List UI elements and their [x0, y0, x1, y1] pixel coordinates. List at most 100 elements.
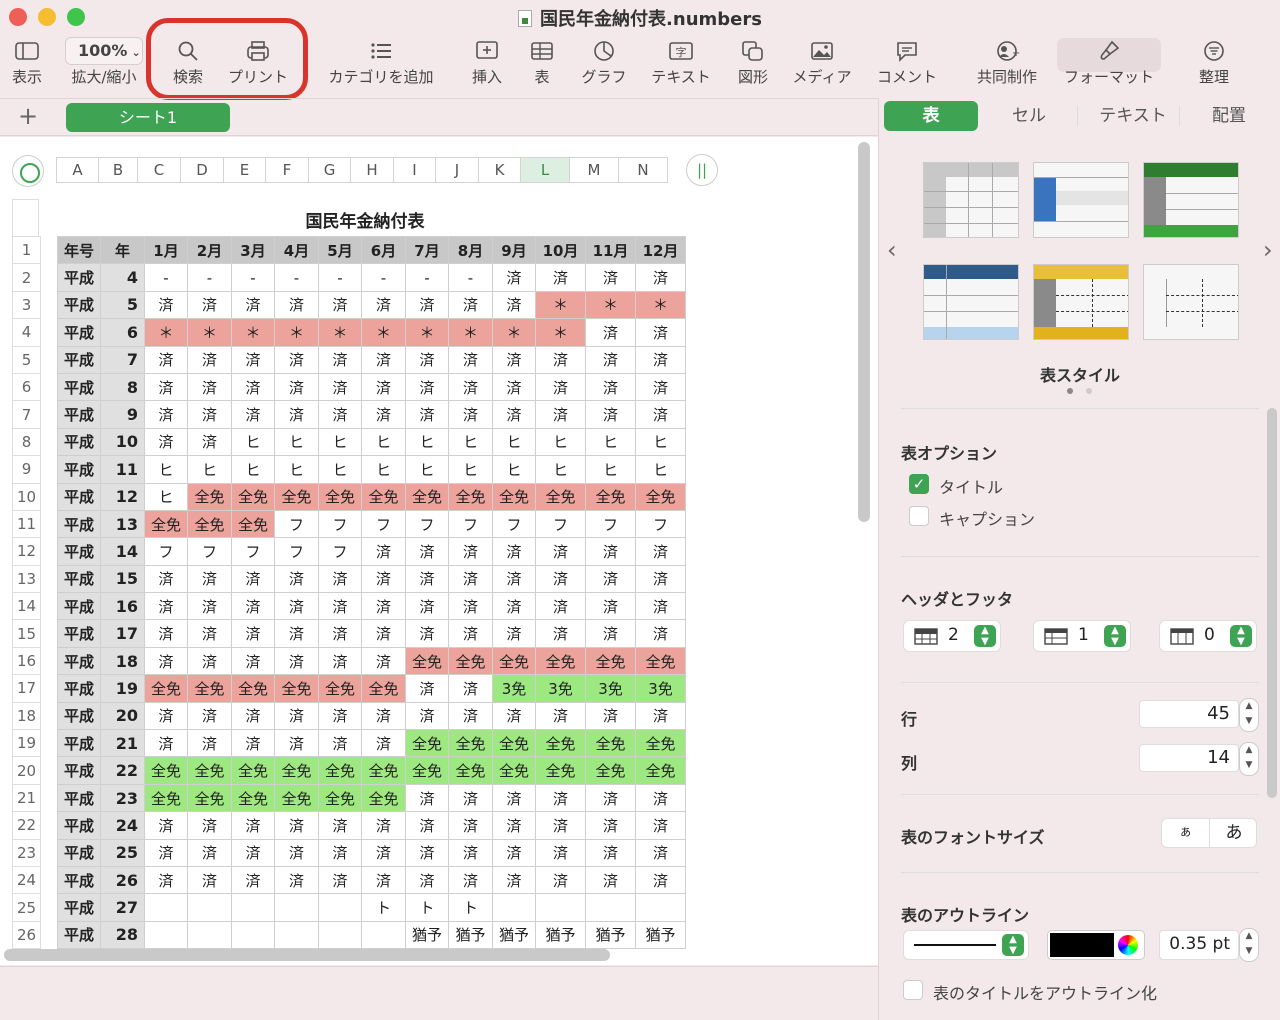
- table-cell[interactable]: 済: [585, 783, 636, 813]
- table-cell[interactable]: ヒ: [635, 455, 686, 484]
- table-cell[interactable]: フ: [231, 537, 275, 566]
- table-cell[interactable]: 全免: [585, 729, 636, 758]
- table-cell[interactable]: 全免: [585, 646, 636, 676]
- table-cell[interactable]: 済: [187, 345, 232, 374]
- table-cell[interactable]: 済: [448, 400, 493, 429]
- footer-rows-stepper[interactable]: 0 ▲ ▼: [1159, 620, 1257, 652]
- table-cell[interactable]: 16: [100, 592, 145, 621]
- table-cell[interactable]: 済: [144, 592, 188, 621]
- table-cell[interactable]: 済: [448, 372, 493, 402]
- table-cell[interactable]: 済: [635, 701, 686, 731]
- text-button[interactable]: 字 テキスト: [648, 36, 714, 92]
- table-cell[interactable]: 平成: [57, 509, 101, 539]
- table-style-6[interactable]: [1143, 264, 1239, 340]
- table-cell[interactable]: 平成: [57, 756, 101, 785]
- table-cell[interactable]: 平成: [57, 372, 101, 402]
- table-cell[interactable]: [144, 893, 188, 922]
- table-cell[interactable]: 全免: [585, 756, 636, 785]
- table-cell[interactable]: 済: [274, 701, 319, 731]
- table-cell[interactable]: 済: [585, 865, 636, 895]
- panel-scrollbar[interactable]: [1267, 408, 1277, 798]
- rows-input[interactable]: 45: [1139, 700, 1239, 728]
- column-header-f[interactable]: F: [265, 157, 309, 183]
- table-cell[interactable]: 全免: [187, 509, 232, 539]
- table-cell[interactable]: 10: [100, 427, 145, 457]
- table-cell[interactable]: 済: [585, 811, 636, 840]
- table-cell[interactable]: 済: [405, 290, 449, 320]
- table-cell[interactable]: 済: [231, 592, 275, 621]
- table-cell[interactable]: 済: [448, 619, 493, 648]
- table-cell[interactable]: [585, 893, 636, 922]
- table-cell[interactable]: ヒ: [231, 427, 275, 457]
- table-cell[interactable]: 6: [100, 318, 145, 347]
- outline-title-checkbox[interactable]: [903, 980, 923, 1000]
- table-cell[interactable]: 済: [635, 811, 686, 840]
- header-cell[interactable]: 4月: [274, 235, 319, 265]
- table-cell[interactable]: [318, 893, 362, 922]
- table-cell[interactable]: 7: [100, 345, 145, 374]
- table-cell[interactable]: ヒ: [492, 455, 536, 484]
- row-number[interactable]: 9: [12, 455, 41, 484]
- table-cell[interactable]: ヒ: [361, 427, 406, 457]
- table-cell[interactable]: 4: [100, 263, 145, 292]
- table-cell[interactable]: 平成: [57, 400, 101, 429]
- table-cell[interactable]: 全免: [318, 783, 362, 813]
- table-cell[interactable]: 全免: [144, 783, 188, 813]
- header-cell[interactable]: 年号: [57, 235, 101, 265]
- table-cell[interactable]: 全免: [361, 482, 406, 511]
- table-cell[interactable]: 済: [585, 537, 636, 566]
- table-cell[interactable]: [231, 920, 275, 950]
- table-cell[interactable]: 全免: [535, 729, 586, 758]
- table-cell[interactable]: 済: [492, 372, 536, 402]
- table-cell[interactable]: 済: [274, 838, 319, 867]
- table-cell[interactable]: 済: [361, 290, 406, 320]
- table-cell[interactable]: 済: [361, 345, 406, 374]
- table-cell[interactable]: 全免: [492, 482, 536, 511]
- table-cell[interactable]: 全免: [492, 756, 536, 785]
- table-cell[interactable]: 全免: [231, 674, 275, 703]
- table-cell[interactable]: 全免: [231, 783, 275, 813]
- table-cell[interactable]: 済: [274, 646, 319, 676]
- table-cell[interactable]: 平成: [57, 482, 101, 511]
- table-style-5[interactable]: [1033, 264, 1129, 340]
- table-cell[interactable]: 28: [100, 920, 145, 950]
- table-cell[interactable]: 済: [585, 619, 636, 648]
- row-number[interactable]: 4: [12, 318, 41, 347]
- header-cell[interactable]: 1月: [144, 235, 188, 265]
- table-cell[interactable]: -: [361, 263, 406, 292]
- table-cell[interactable]: 済: [144, 400, 188, 429]
- table-cell[interactable]: 済: [585, 564, 636, 594]
- table-button[interactable]: 表: [522, 36, 562, 92]
- table-cell[interactable]: フ: [585, 509, 636, 539]
- table-cell[interactable]: 済: [635, 263, 686, 292]
- table-cell[interactable]: 全免: [187, 674, 232, 703]
- pension-table[interactable]: 1 年号年 1月 2月 3月 4月 5月 6月 7月 8月 9月 10月 11月 12月 2 平成 4- - - - -…: [12, 235, 686, 950]
- tab-text[interactable]: テキスト: [1083, 101, 1183, 131]
- table-cell[interactable]: 24: [100, 811, 145, 840]
- table-cell[interactable]: 全免: [585, 482, 636, 511]
- table-cell[interactable]: 全免: [448, 729, 493, 758]
- color-wheel-icon[interactable]: [1118, 935, 1138, 955]
- table-cell[interactable]: -: [274, 263, 319, 292]
- table-cell[interactable]: 平成: [57, 427, 101, 457]
- outline-color-well[interactable]: [1047, 930, 1145, 960]
- table-cell[interactable]: 全免: [274, 674, 319, 703]
- table-cell[interactable]: 全免: [535, 646, 586, 676]
- table-cell[interactable]: ヒ: [144, 482, 188, 511]
- stepper-icon[interactable]: ▲ ▼: [974, 625, 996, 647]
- table-cell[interactable]: 平成: [57, 318, 101, 347]
- table-cell[interactable]: [187, 893, 232, 922]
- table-title[interactable]: 国民年金納付表: [200, 207, 530, 232]
- table-cell[interactable]: 全免: [231, 482, 275, 511]
- table-cell[interactable]: 済: [492, 564, 536, 594]
- table-cell[interactable]: 全免: [274, 482, 319, 511]
- table-cell[interactable]: 17: [100, 619, 145, 648]
- table-cell[interactable]: 済: [585, 345, 636, 374]
- table-cell[interactable]: 済: [535, 372, 586, 402]
- row-number[interactable]: 6: [12, 372, 41, 402]
- table-cell[interactable]: 済: [635, 619, 686, 648]
- table-cell[interactable]: 21: [100, 729, 145, 758]
- header-cell[interactable]: 5月: [318, 235, 362, 265]
- table-cell[interactable]: 全免: [635, 482, 686, 511]
- table-cell[interactable]: 済: [635, 372, 686, 402]
